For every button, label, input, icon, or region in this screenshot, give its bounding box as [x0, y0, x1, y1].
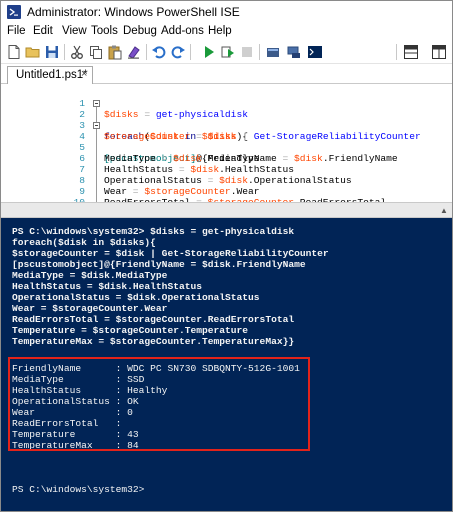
close-icon[interactable]: ×: [81, 68, 87, 80]
code-line: 7 OperationalStatus = $disk.OperationalS…: [79, 164, 352, 186]
menu-bar: File Edit View Tools Debug Add-ons Help: [1, 23, 452, 41]
clear-icon[interactable]: [126, 44, 142, 60]
tab-untitled1[interactable]: Untitled1.ps1* ×: [7, 66, 93, 84]
output-highlight-box: [8, 357, 310, 451]
menu-edit[interactable]: Edit: [33, 25, 53, 37]
cut-icon[interactable]: [69, 44, 85, 60]
fold-guide: [96, 106, 97, 202]
paste-icon[interactable]: [107, 44, 123, 60]
show-script-pane-top-icon[interactable]: [403, 44, 419, 60]
console-command-line: MediaType = $disk.MediaType: [12, 270, 168, 281]
console-icon[interactable]: [307, 44, 323, 60]
remote-tab-icon[interactable]: [286, 44, 302, 60]
console-command-line: TemperatureMax = $storageCounter.Tempera…: [12, 336, 295, 347]
stop-icon[interactable]: [239, 44, 255, 60]
toolbar-separator: [146, 44, 147, 60]
code-line: 3 $storageCounter = $disk | Get-StorageR…: [79, 120, 421, 142]
menu-help[interactable]: Help: [208, 25, 232, 37]
console-pane[interactable]: PS C:\windows\system32> $disks = get-phy…: [1, 218, 452, 511]
code-line: 2 foreach($disk in $disks){: [1, 98, 248, 142]
toolbar-separator: [259, 44, 260, 60]
save-icon[interactable]: [44, 44, 60, 60]
console-command-line: [pscustomobject]@{FriendlyName = $disk.F…: [12, 259, 306, 270]
debug-icon[interactable]: [265, 44, 281, 60]
undo-icon[interactable]: [151, 44, 167, 60]
menu-add-ons[interactable]: Add-ons: [161, 25, 204, 37]
console-command-line: HealthStatus = $disk.HealthStatus: [12, 281, 202, 292]
run-script-icon[interactable]: [201, 44, 217, 60]
toolbar: [1, 41, 452, 64]
code-line: 1 $disks = get-physicaldisk: [79, 98, 248, 120]
new-file-icon[interactable]: [6, 44, 22, 60]
console-command-line: PS C:\windows\system32> $disks = get-phy…: [12, 226, 295, 237]
open-folder-icon[interactable]: [25, 44, 41, 60]
code-line: 4 [pscustomobject]@{FriendlyName = $disk…: [1, 120, 398, 164]
console-command-line: Wear = $storageCounter.Wear: [12, 303, 168, 314]
powershell-app-icon: [7, 5, 21, 19]
script-editor[interactable]: 1 $disks = get-physicaldisk 2 foreach($d…: [1, 84, 452, 202]
menu-debug[interactable]: Debug: [123, 25, 157, 37]
console-command-line: ReadErrorsTotal = $storageCounter.ReadEr…: [12, 314, 295, 325]
window-title: Administrator: Windows PowerShell ISE: [27, 5, 240, 19]
menu-file[interactable]: File: [7, 25, 26, 37]
console-command-line: foreach($disk in $disks){: [12, 237, 156, 248]
console-command-line: OperationalStatus = $disk.OperationalSta…: [12, 292, 260, 303]
menu-view[interactable]: View: [62, 25, 87, 37]
toolbar-separator: [190, 44, 191, 60]
code-line: 10 Temperature = $storageCounter.Tempera…: [1, 186, 85, 202]
copy-icon[interactable]: [88, 44, 104, 60]
script-tab-strip: Untitled1.ps1* ×: [1, 64, 452, 84]
fold-toggle-icon[interactable]: [93, 122, 100, 129]
title-bar: Administrator: Windows PowerShell ISE: [1, 1, 452, 23]
show-script-pane-right-icon[interactable]: [431, 44, 447, 60]
code-line: 5 MediaType = $disk.MediaType: [79, 142, 260, 164]
toolbar-separator: [64, 44, 65, 60]
fold-toggle-icon[interactable]: [93, 100, 100, 107]
powershell-ise-window: Administrator: Windows PowerShell ISE Fi…: [0, 0, 453, 512]
console-command-line: Temperature = $storageCounter.Temperatur…: [12, 325, 249, 336]
run-selection-icon[interactable]: [220, 44, 236, 60]
collapse-pane-icon[interactable]: ▲: [440, 206, 448, 215]
menu-tools[interactable]: Tools: [91, 25, 118, 37]
code-line: 6 HealthStatus = $disk.HealthStatus: [79, 153, 295, 175]
tab-label: Untitled1.ps1*: [16, 69, 88, 81]
code-line: 8 Wear = $storageCounter.Wear: [79, 175, 260, 197]
console-command-line: $storageCounter = $disk | Get-StorageRel…: [12, 248, 329, 259]
console-prompt: PS C:\windows\system32>: [12, 484, 145, 495]
redo-icon[interactable]: [170, 44, 186, 60]
pane-splitter[interactable]: ▲: [1, 202, 452, 218]
toolbar-separator: [396, 44, 397, 60]
code-line: 9 ReadErrorsTotal = $storageCounter.Read…: [79, 186, 386, 202]
